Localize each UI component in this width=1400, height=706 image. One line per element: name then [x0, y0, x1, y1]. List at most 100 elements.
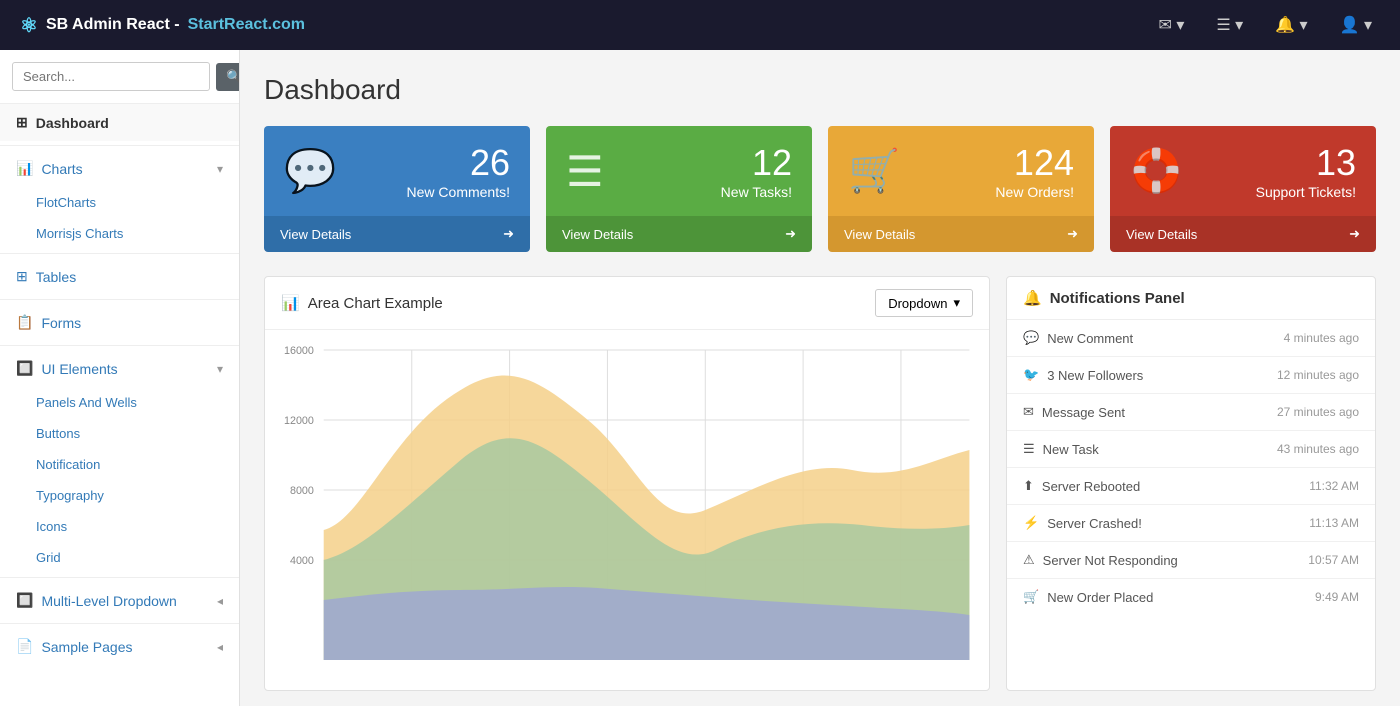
user-button[interactable]: 👤 ▾	[1332, 11, 1380, 39]
chart-header: 📊 Area Chart Example Dropdown ▾	[265, 277, 989, 330]
notif-label: 3 New Followers	[1047, 368, 1143, 383]
sidebar-item-typography[interactable]: Typography	[0, 480, 239, 511]
stat-number: 13	[1256, 142, 1356, 184]
dropdown-label: Dropdown	[888, 296, 947, 311]
svg-text:16000: 16000	[284, 345, 314, 357]
notif-item-order[interactable]: 🛒 New Order Placed 9:49 AM	[1007, 579, 1375, 615]
sidebar-item-flotcharts[interactable]: FlotCharts	[0, 187, 239, 218]
notif-time: 43 minutes ago	[1277, 442, 1359, 456]
sidebar-item-label: Charts	[41, 161, 82, 177]
notif-item-crashed[interactable]: ⚡ Server Crashed! 11:13 AM	[1007, 505, 1375, 542]
warning-icon: ⚠	[1023, 552, 1035, 568]
notif-item-comment[interactable]: 💬 New Comment 4 minutes ago	[1007, 320, 1375, 357]
list-button[interactable]: ☰ ▾	[1208, 11, 1251, 39]
notif-time: 10:57 AM	[1308, 553, 1359, 567]
chevron-down-icon: ▾	[217, 162, 223, 176]
sidebar-item-forms[interactable]: 📋 Forms	[0, 304, 239, 341]
stat-card-footer-orders[interactable]: View Details ➜	[828, 216, 1094, 252]
stat-card-info: 12 New Tasks!	[721, 142, 792, 200]
sidebar-item-panels[interactable]: Panels And Wells	[0, 387, 239, 418]
stat-card-footer-tasks[interactable]: View Details ➜	[546, 216, 812, 252]
notif-item-message[interactable]: ✉ Message Sent 27 minutes ago	[1007, 394, 1375, 431]
sidebar-item-buttons[interactable]: Buttons	[0, 418, 239, 449]
notifications-list: 💬 New Comment 4 minutes ago 🐦 3 New Foll…	[1007, 320, 1375, 615]
sidebar-item-dashboard[interactable]: ⊞ Dashboard	[0, 104, 239, 141]
search-input[interactable]	[12, 62, 210, 91]
chevron-left-icon: ◂	[217, 640, 223, 654]
footer-label: View Details	[280, 227, 351, 242]
mail-button[interactable]: ✉ ▾	[1150, 11, 1192, 39]
upload-icon: ⬆	[1023, 478, 1034, 494]
bell-button[interactable]: 🔔 ▾	[1267, 11, 1315, 39]
sidebar-item-notification[interactable]: Notification	[0, 449, 239, 480]
sidebar-item-label: Multi-Level Dropdown	[41, 593, 176, 609]
stat-label: New Orders!	[995, 184, 1074, 200]
stat-cards: 💬 26 New Comments! View Details ➜ ☰ 12	[264, 126, 1376, 252]
chart-dropdown-button[interactable]: Dropdown ▾	[875, 289, 973, 317]
notifications-header: 🔔 Notifications Panel	[1007, 277, 1375, 320]
sidebar-item-sample-pages[interactable]: 📄 Sample Pages ◂	[0, 628, 239, 665]
stat-card-footer-comments[interactable]: View Details ➜	[264, 216, 530, 252]
sidebar-item-grid[interactable]: Grid	[0, 542, 239, 573]
dashboard-icon: ⊞	[16, 114, 28, 131]
stat-card-footer-tickets[interactable]: View Details ➜	[1110, 216, 1376, 252]
divider	[0, 577, 239, 578]
divider	[0, 145, 239, 146]
area-chart-svg: 16000 12000 8000 4000	[265, 330, 989, 690]
arrow-right-icon: ➜	[1349, 226, 1360, 242]
stat-card-info: 124 New Orders!	[995, 142, 1074, 200]
sidebar-item-multi-level[interactable]: 🔲 Multi-Level Dropdown ◂	[0, 582, 239, 619]
page-title: Dashboard	[264, 74, 1376, 106]
notif-label: New Task	[1043, 442, 1099, 457]
notif-time: 4 minutes ago	[1284, 331, 1359, 345]
notif-left: ⬆ Server Rebooted	[1023, 478, 1140, 494]
notif-item-reboot[interactable]: ⬆ Server Rebooted 11:32 AM	[1007, 468, 1375, 505]
bell-icon: 🔔	[1023, 289, 1042, 307]
tables-icon: ⊞	[16, 268, 28, 285]
stat-number: 124	[995, 142, 1074, 184]
comment-icon: 💬	[284, 147, 336, 196]
stat-card-info: 13 Support Tickets!	[1256, 142, 1356, 200]
notif-left: 🐦 3 New Followers	[1023, 367, 1143, 383]
bottom-section: 📊 Area Chart Example Dropdown ▾	[264, 276, 1376, 691]
footer-label: View Details	[1126, 227, 1197, 242]
lightning-icon: ⚡	[1023, 515, 1039, 531]
stat-card-top-comments: 💬 26 New Comments!	[264, 126, 530, 216]
sidebar-item-label: Sample Pages	[41, 639, 132, 655]
notif-time: 11:13 AM	[1309, 516, 1359, 530]
sidebar-item-charts[interactable]: 📊 Charts ▾	[0, 150, 239, 187]
notif-item-not-responding[interactable]: ⚠ Server Not Responding 10:57 AM	[1007, 542, 1375, 579]
main-content: Dashboard 💬 26 New Comments! View Detail…	[240, 50, 1400, 706]
stat-card-orders: 🛒 124 New Orders! View Details ➜	[828, 126, 1094, 252]
notif-label: Server Crashed!	[1047, 516, 1142, 531]
svg-text:8000: 8000	[290, 485, 314, 497]
notif-left: 🛒 New Order Placed	[1023, 589, 1153, 605]
chart-title-text: Area Chart Example	[308, 295, 443, 312]
sidebar-item-ui-elements[interactable]: 🔲 UI Elements ▾	[0, 350, 239, 387]
sidebar-item-morrisjs[interactable]: Morrisjs Charts	[0, 218, 239, 249]
sidebar-item-label: Dashboard	[36, 115, 109, 131]
multi-level-icon: 🔲	[16, 592, 33, 609]
stat-card-info: 26 New Comments!	[407, 142, 510, 200]
chart-title: 📊 Area Chart Example	[281, 294, 443, 312]
lifebuoy-icon: 🛟	[1130, 147, 1182, 196]
search-button[interactable]: 🔍	[216, 63, 240, 91]
sidebar-item-label: UI Elements	[41, 361, 117, 377]
divider	[0, 345, 239, 346]
sidebar-item-icons[interactable]: Icons	[0, 511, 239, 542]
notif-item-task[interactable]: ☰ New Task 43 minutes ago	[1007, 431, 1375, 468]
brand-link[interactable]: StartReact.com	[188, 16, 305, 34]
footer-label: View Details	[844, 227, 915, 242]
tasks-icon: ☰	[566, 147, 604, 196]
topnav-right: ✉ ▾ ☰ ▾ 🔔 ▾ 👤 ▾	[1150, 11, 1380, 39]
notif-time: 9:49 AM	[1315, 590, 1359, 604]
chart-panel: 📊 Area Chart Example Dropdown ▾	[264, 276, 990, 691]
task-icon: ☰	[1023, 441, 1035, 457]
notif-item-followers[interactable]: 🐦 3 New Followers 12 minutes ago	[1007, 357, 1375, 394]
sidebar-item-tables[interactable]: ⊞ Tables	[0, 258, 239, 295]
divider	[0, 299, 239, 300]
stat-card-top-orders: 🛒 124 New Orders!	[828, 126, 1094, 216]
notif-left: ✉ Message Sent	[1023, 404, 1125, 420]
notif-left: 💬 New Comment	[1023, 330, 1133, 346]
cart-icon: 🛒	[848, 147, 900, 196]
